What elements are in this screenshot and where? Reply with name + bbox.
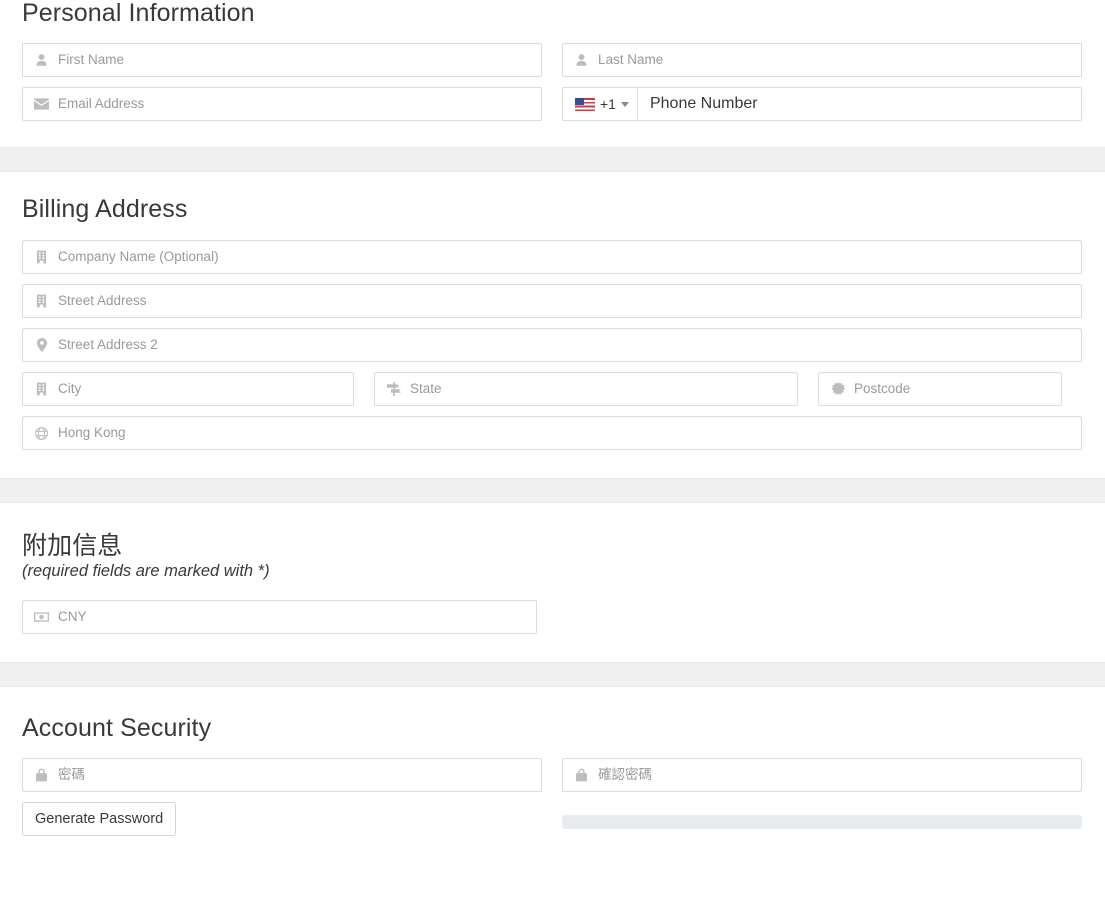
map-signs-icon [385, 381, 402, 397]
contact-row: Email Address +1 Phone Number [22, 87, 1082, 121]
billing-address-title: Billing Address [22, 196, 1082, 222]
chevron-down-icon[interactable] [621, 102, 629, 107]
email-placeholder: Email Address [58, 96, 144, 112]
envelope-icon [33, 96, 50, 112]
user-icon [573, 52, 590, 68]
building-icon [33, 381, 50, 397]
city-state-postcode-row: City State Pos [22, 372, 1082, 406]
company-col: Company Name (Optional) [22, 240, 1082, 274]
street-address-2-input[interactable]: Street Address 2 [22, 328, 1082, 362]
street1-row: Street Address [22, 284, 1082, 318]
personal-information-title: Personal Information [22, 0, 1082, 26]
country-col: Hong Kong [22, 416, 1082, 450]
last-name-input[interactable]: Last Name [562, 43, 1082, 77]
account-security-title: Account Security [22, 715, 1082, 741]
phone-placeholder: Phone Number [650, 95, 758, 113]
lock-icon [573, 767, 590, 783]
section-divider [0, 662, 1105, 687]
password-col: 密碼 [22, 758, 542, 792]
phone-number-input[interactable]: Phone Number [638, 88, 1081, 120]
personal-information-section: Personal Information First Name [0, 0, 1105, 121]
city-col: City [22, 372, 354, 406]
section-divider [0, 147, 1105, 172]
confirm-password-col: 確認密碼 [562, 758, 1082, 792]
company-name-placeholder: Company Name (Optional) [58, 249, 219, 265]
street-address-placeholder: Street Address [58, 293, 147, 309]
first-name-col: First Name [22, 43, 542, 77]
globe-icon [33, 425, 50, 441]
building-icon [33, 249, 50, 265]
building-icon [33, 293, 50, 309]
first-name-input[interactable]: First Name [22, 43, 542, 77]
street-address-2-placeholder: Street Address 2 [58, 337, 158, 353]
postcode-col: Postcode [818, 372, 1062, 406]
required-fields-note: (required fields are marked with *) [22, 561, 1082, 581]
account-security-section: Account Security 密碼 確認密碼 [0, 687, 1105, 836]
country-select[interactable]: Hong Kong [22, 416, 1082, 450]
last-name-placeholder: Last Name [598, 52, 663, 68]
country-value: Hong Kong [58, 425, 126, 441]
state-col: State [374, 372, 798, 406]
registration-form-page: Personal Information First Name [0, 0, 1105, 836]
currency-select[interactable]: CNY [22, 600, 537, 634]
currency-value: CNY [58, 609, 87, 625]
email-input[interactable]: Email Address [22, 87, 542, 121]
lock-icon [33, 767, 50, 783]
confirm-password-input[interactable]: 確認密碼 [562, 758, 1082, 792]
city-input[interactable]: City [22, 372, 354, 406]
state-input[interactable]: State [374, 372, 798, 406]
password-strength-meter [562, 815, 1082, 829]
confirm-password-placeholder: 確認密碼 [598, 767, 652, 783]
name-row: First Name Last Name [22, 43, 1082, 77]
billing-address-section: Billing Address Company Name (Optional) [0, 172, 1105, 450]
map-marker-icon [33, 337, 50, 353]
additional-information-title: 附加信息 [22, 531, 1082, 561]
street2-row: Street Address 2 [22, 328, 1082, 362]
street1-col: Street Address [22, 284, 1082, 318]
password-row: 密碼 確認密碼 [22, 758, 1082, 792]
street-address-input[interactable]: Street Address [22, 284, 1082, 318]
email-col: Email Address [22, 87, 542, 121]
postcode-placeholder: Postcode [854, 381, 910, 397]
city-placeholder: City [58, 381, 81, 397]
certificate-icon [829, 381, 846, 397]
currency-col: CNY [22, 600, 537, 634]
us-flag-icon [575, 98, 595, 111]
money-bill-icon [33, 609, 50, 625]
generate-password-button[interactable]: Generate Password [22, 802, 176, 836]
additional-information-section: 附加信息 (required fields are marked with *)… [0, 503, 1105, 634]
phone-dial-code: +1 [600, 96, 616, 112]
password-strength-col [562, 802, 1082, 836]
phone-input-group[interactable]: +1 Phone Number [562, 87, 1082, 121]
postcode-input[interactable]: Postcode [818, 372, 1062, 406]
currency-row: CNY [22, 600, 1082, 634]
first-name-placeholder: First Name [58, 52, 124, 68]
user-icon [33, 52, 50, 68]
country-row: Hong Kong [22, 416, 1082, 450]
phone-col: +1 Phone Number [562, 87, 1082, 121]
last-name-col: Last Name [562, 43, 1082, 77]
currency-spacer [557, 600, 1082, 634]
generate-password-col: Generate Password [22, 802, 542, 836]
password-placeholder: 密碼 [58, 767, 85, 783]
company-row: Company Name (Optional) [22, 240, 1082, 274]
state-placeholder: State [410, 381, 442, 397]
generate-strength-row: Generate Password [22, 802, 1082, 836]
street2-col: Street Address 2 [22, 328, 1082, 362]
company-name-input[interactable]: Company Name (Optional) [22, 240, 1082, 274]
phone-country-selector[interactable]: +1 [563, 88, 638, 120]
password-input[interactable]: 密碼 [22, 758, 542, 792]
section-divider [0, 478, 1105, 503]
